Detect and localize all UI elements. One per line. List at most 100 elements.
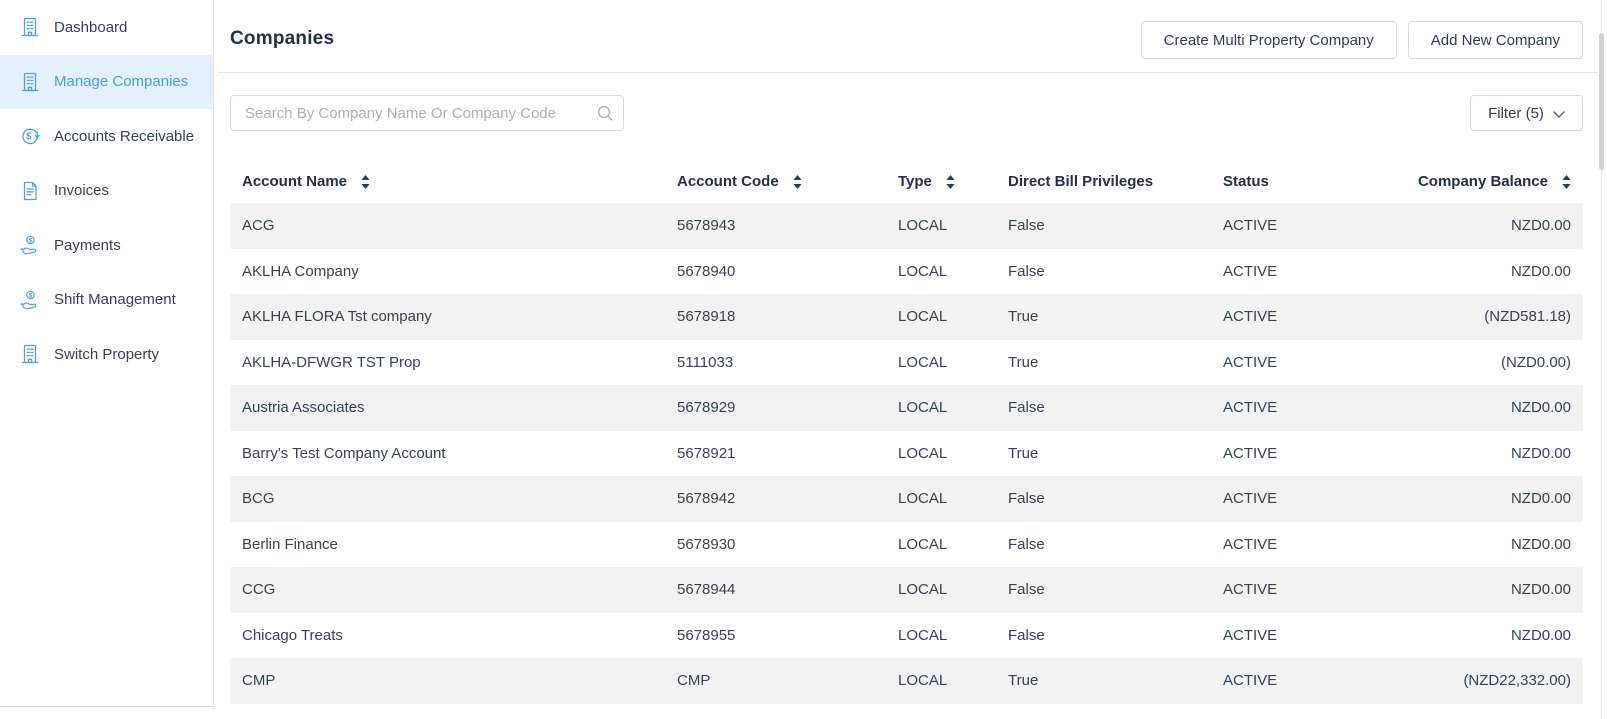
cell-account-name: AKLHA-DFWGR TST Prop — [242, 340, 421, 386]
cell-direct-bill-privileges: False — [1008, 203, 1045, 249]
building-icon — [19, 16, 41, 38]
cell-direct-bill-privileges: True — [1008, 658, 1038, 704]
cell-type: LOCAL — [898, 203, 947, 249]
sidebar-item-label: Shift Management — [54, 291, 176, 308]
column-header-label: Type — [898, 173, 932, 190]
building-icon — [19, 71, 41, 93]
search-input[interactable] — [230, 95, 624, 131]
sidebar-item-payments[interactable]: $Payments — [0, 218, 213, 273]
table-row[interactable]: AKLHA FLORA Tst company5678918LOCALTrueA… — [230, 294, 1583, 340]
cell-account-code: 5678918 — [677, 294, 735, 340]
cell-status: ACTIVE — [1223, 613, 1277, 659]
cell-direct-bill-privileges: True — [1008, 294, 1038, 340]
table-row[interactable]: ACG5678943LOCALFalseACTIVENZD0.00 — [230, 203, 1583, 249]
table-row[interactable]: Chicago Treats5678955LOCALFalseACTIVENZD… — [230, 613, 1583, 659]
sort-icon[interactable] — [1562, 175, 1571, 189]
cell-status: ACTIVE — [1223, 249, 1277, 295]
cell-account-name: Austria Associates — [242, 385, 365, 431]
column-header-status: Status — [1223, 160, 1269, 203]
table-row[interactable]: AKLHA-DFWGR TST Prop5111033LOCALTrueACTI… — [230, 340, 1583, 386]
table-row[interactable]: CCG5678944LOCALFalseACTIVENZD0.00 — [230, 567, 1583, 613]
cell-direct-bill-privileges: True — [1008, 431, 1038, 477]
cell-direct-bill-privileges: False — [1008, 385, 1045, 431]
cell-account-name: AKLHA FLORA Tst company — [242, 294, 432, 340]
sidebar-item-label: Accounts Receivable — [54, 128, 194, 145]
sidebar-nav: Dashboard Manage Companies $ Accounts Recei… — [0, 0, 213, 382]
sidebar-item-dashboard[interactable]: Dashboard — [0, 0, 213, 55]
hand-coin-icon: $ — [19, 234, 41, 256]
column-header-account-name[interactable]: Account Name — [242, 160, 370, 203]
filter-button[interactable]: Filter (5) — [1470, 95, 1583, 131]
cell-status: ACTIVE — [1223, 658, 1277, 704]
cell-account-name: Chicago Treats — [242, 613, 343, 659]
cell-company-balance: NZD0.00 — [1511, 249, 1571, 295]
companies-table: Account Name Account Code Type Direct Bill … — [230, 160, 1583, 704]
cell-account-code: 5678930 — [677, 522, 735, 568]
sidebar-item-manage-companies[interactable]: Manage Companies — [0, 55, 213, 110]
cell-status: ACTIVE — [1223, 522, 1277, 568]
cell-account-name: ACG — [242, 203, 275, 249]
cell-type: LOCAL — [898, 613, 947, 659]
cell-direct-bill-privileges: False — [1008, 613, 1045, 659]
column-header-label: Direct Bill Privileges — [1008, 173, 1153, 190]
cell-account-code: 5678944 — [677, 567, 735, 613]
cell-direct-bill-privileges: False — [1008, 476, 1045, 522]
cell-company-balance: NZD0.00 — [1511, 385, 1571, 431]
table-row[interactable]: BCG5678942LOCALFalseACTIVENZD0.00 — [230, 476, 1583, 522]
cell-company-balance: NZD0.00 — [1511, 522, 1571, 568]
scrollbar-thumb[interactable] — [1599, 33, 1604, 170]
cell-status: ACTIVE — [1223, 476, 1277, 522]
building-icon — [19, 343, 41, 365]
header-actions: Create Multi Property Company Add New Co… — [1141, 21, 1583, 59]
sidebar-item-label: Dashboard — [54, 19, 127, 36]
cell-account-name: Barry's Test Company Account — [242, 431, 446, 477]
sort-icon[interactable] — [793, 175, 802, 189]
table-body: ACG5678943LOCALFalseACTIVENZD0.00AKLHA C… — [230, 203, 1583, 704]
cell-status: ACTIVE — [1223, 431, 1277, 477]
cell-account-code: 5678942 — [677, 476, 735, 522]
sidebar-item-shift-management[interactable]: $ Shift Management — [0, 273, 213, 328]
table-row[interactable]: Barry's Test Company Account5678921LOCAL… — [230, 431, 1583, 477]
column-header-label: Company Balance — [1418, 173, 1548, 190]
page-title: Companies — [230, 28, 334, 50]
sidebar-item-label: Invoices — [54, 182, 109, 199]
table-header-row: Account Name Account Code Type Direct Bill … — [230, 160, 1583, 203]
sidebar-item-switch-property[interactable]: Switch Property — [0, 327, 213, 382]
column-header-account-code[interactable]: Account Code — [677, 160, 802, 203]
cell-type: LOCAL — [898, 385, 947, 431]
column-header-company-balance[interactable]: Company Balance — [1418, 160, 1571, 203]
cell-account-name: Berlin Finance — [242, 522, 338, 568]
cell-direct-bill-privileges: True — [1008, 340, 1038, 386]
cell-type: LOCAL — [898, 249, 947, 295]
cell-status: ACTIVE — [1223, 203, 1277, 249]
filter-label: Filter (5) — [1488, 105, 1544, 122]
table-row[interactable]: Berlin Finance5678930LOCALFalseACTIVENZD… — [230, 522, 1583, 568]
svg-text:$: $ — [29, 238, 33, 245]
cell-account-name: CMP — [242, 658, 275, 704]
sidebar-item-accounts-receivable[interactable]: $ Accounts Receivable — [0, 109, 213, 164]
accounts-receivable-icon: $ — [19, 125, 41, 147]
cell-type: LOCAL — [898, 294, 947, 340]
cell-account-name: AKLHA Company — [242, 249, 359, 295]
sidebar-item-label: Switch Property — [54, 346, 159, 363]
sort-icon[interactable] — [361, 175, 370, 189]
cell-type: LOCAL — [898, 658, 947, 704]
create-multi-property-company-button[interactable]: Create Multi Property Company — [1141, 21, 1397, 59]
header-divider — [218, 72, 1598, 73]
sidebar-item-invoices[interactable]: Invoices — [0, 164, 213, 219]
cell-company-balance: (NZD22,332.00) — [1463, 658, 1571, 704]
table-row[interactable]: Austria Associates5678929LOCALFalseACTIV… — [230, 385, 1583, 431]
cell-company-balance: (NZD0.00) — [1501, 340, 1571, 386]
add-new-company-button[interactable]: Add New Company — [1408, 21, 1583, 59]
cell-company-balance: NZD0.00 — [1511, 567, 1571, 613]
cell-account-code: 5678943 — [677, 203, 735, 249]
column-header-type[interactable]: Type — [898, 160, 955, 203]
cell-account-code: 5678929 — [677, 385, 735, 431]
table-row[interactable]: AKLHA Company5678940LOCALFalseACTIVENZD0… — [230, 249, 1583, 295]
table-row[interactable]: CMPCMPLOCALTrueACTIVE(NZD22,332.00) — [230, 658, 1583, 704]
hand-coin-icon: $ — [19, 289, 41, 311]
column-header-label: Account Code — [677, 173, 779, 190]
svg-text:$: $ — [26, 131, 32, 142]
invoice-icon — [19, 180, 41, 202]
sort-icon[interactable] — [946, 175, 955, 189]
